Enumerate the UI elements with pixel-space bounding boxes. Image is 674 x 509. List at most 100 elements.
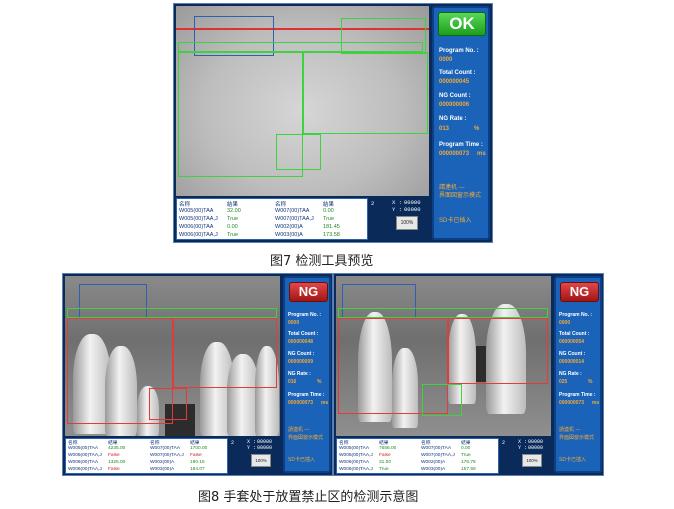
- col-header-result-1: 結果: [227, 202, 239, 208]
- table-cell: True: [323, 216, 335, 222]
- table-cell: False: [190, 453, 202, 458]
- zoom-button[interactable]: 100%: [251, 454, 271, 467]
- table-cell: W006(00)TAA,J: [68, 467, 102, 472]
- sd-card-status: SD卡已插入: [288, 457, 315, 463]
- col-header-name-1: 名称: [179, 202, 191, 208]
- table-cell: W007(00)TAA: [150, 446, 181, 451]
- zoom-button[interactable]: 100%: [522, 454, 542, 467]
- ng-count-label: NG Count :: [288, 351, 315, 357]
- total-count-value: 000000054: [559, 339, 585, 345]
- ng-count-value: 000000009: [288, 359, 314, 365]
- page-indicator: 2: [502, 440, 506, 446]
- fig8a-status-panel: NG Program No. : 0000 Total Count : 0000…: [283, 276, 331, 473]
- roi-green-top[interactable]: [338, 308, 548, 318]
- fig8b-window: NG Program No. : 0000 Total Count : 0000…: [333, 273, 604, 476]
- program-no-value: 0000: [439, 57, 453, 63]
- table-cell: False: [379, 453, 391, 458]
- table-cell: 1700.00: [190, 446, 208, 451]
- table-cell: W006(00)TAA,J: [179, 232, 218, 238]
- page-indicator: 2: [371, 200, 375, 207]
- ng-rate-unit: %: [317, 379, 322, 385]
- table-cell: 181.45: [323, 224, 340, 230]
- y-coord-label: Y :: [247, 445, 257, 451]
- table-cell: W005(00)TAA,J: [179, 216, 218, 222]
- program-no-value: 0000: [288, 320, 300, 326]
- col-header-result-1: 結果: [108, 441, 118, 446]
- table-cell: W007(00)TAA: [275, 208, 310, 214]
- total-count-label: Total Count :: [439, 70, 476, 76]
- col-header-result-2: 結果: [190, 441, 200, 446]
- zoom-button[interactable]: 100%: [396, 216, 418, 230]
- table-cell: W005(00)TAA: [179, 208, 214, 214]
- program-time-label: Program Time :: [439, 142, 483, 148]
- table-cell: False: [108, 453, 120, 458]
- figure-7-caption: 图7 检测工具预览: [270, 254, 374, 269]
- program-time-unit: ms: [592, 400, 600, 406]
- fig8a-result-table: 名称 結果 名称 結果 W005(00)TAA 4235.00 W007(00)…: [65, 438, 228, 474]
- table-cell: W005(00)TAA: [68, 446, 99, 451]
- figure-8-caption: 图8 手套处于放置禁止区的检测示意图: [198, 490, 419, 505]
- roi-red-right[interactable]: [173, 318, 277, 388]
- program-time-unit: ms: [321, 400, 329, 406]
- table-cell: W005(00)TAA: [339, 446, 370, 451]
- table-cell: W006(00)TAA: [339, 460, 370, 465]
- table-cell: 184.07: [190, 467, 205, 472]
- ng-rate-value: 013: [439, 126, 450, 132]
- page-indicator: 2: [231, 440, 235, 446]
- sd-card-status: SD卡已插入: [439, 218, 472, 224]
- ng-status-button[interactable]: NG: [560, 282, 599, 302]
- ng-rate-label: NG Rate :: [559, 371, 582, 377]
- total-count-value: 000000045: [439, 79, 470, 85]
- y-coord-value: 00000: [257, 445, 273, 451]
- col-header-name-1: 名称: [339, 441, 349, 446]
- status-line-1: 請連机 —: [559, 427, 581, 433]
- fig7-status-panel: OK Program No. : 0000 Total Count : 0000…: [432, 6, 490, 240]
- roi-green-right[interactable]: [303, 52, 428, 134]
- col-header-name-1: 名称: [68, 441, 78, 446]
- fig7-window: OK Program No. : 0000 Total Count : 0000…: [173, 3, 493, 243]
- col-header-name-2: 名称: [150, 441, 160, 446]
- program-time-label: Program Time :: [288, 392, 325, 398]
- ng-rate-label: NG Rate :: [288, 371, 311, 377]
- ng-rate-value: 016: [288, 379, 297, 385]
- fig8b-result-table: 名称 結果 名称 結果 W005(00)TAA 7656.00 W007(00)…: [336, 438, 499, 474]
- table-cell: True: [461, 453, 471, 458]
- program-time-unit: ms: [477, 151, 486, 157]
- table-cell: 1325.00: [108, 460, 126, 465]
- table-cell: W002(00)A: [421, 460, 446, 465]
- roi-green-bottom[interactable]: [276, 134, 321, 170]
- table-cell: W005(00)TAA,J: [339, 453, 373, 458]
- roi-green-right-top[interactable]: [341, 18, 426, 54]
- col-header-name-2: 名称: [421, 441, 431, 446]
- table-cell: 190.15: [190, 460, 205, 465]
- roi-red-right[interactable]: [448, 318, 548, 384]
- roi-green-bottom[interactable]: [422, 384, 462, 416]
- fig8b-camera-view: [336, 276, 551, 436]
- y-coord-value: 00000: [528, 445, 544, 451]
- table-cell: W002(00)A: [150, 460, 175, 465]
- ng-count-label: NG Count :: [559, 351, 586, 357]
- table-cell: 0.00: [227, 224, 238, 230]
- ng-count-value: 000000014: [559, 359, 585, 365]
- table-cell: W005(00)TAA,J: [68, 453, 102, 458]
- table-cell: W003(00)A: [421, 467, 446, 472]
- table-cell: 0.00: [323, 208, 334, 214]
- x-coord-value: 00000: [404, 199, 421, 206]
- table-cell: W007(00)TAA,J: [421, 453, 455, 458]
- ok-status-button[interactable]: OK: [438, 12, 486, 36]
- ng-status-button[interactable]: NG: [289, 282, 328, 302]
- status-line-2: 界面図窗示模式: [439, 193, 482, 199]
- table-cell: W006(00)TAA,J: [339, 467, 373, 472]
- table-cell: W003(00)A: [275, 232, 303, 238]
- ng-rate-unit: %: [474, 126, 480, 132]
- y-coord-value: 00000: [404, 206, 421, 213]
- roi-red-bottom[interactable]: [149, 388, 187, 420]
- roi-green-top[interactable]: [67, 308, 277, 318]
- ng-count-value: 000000006: [439, 102, 470, 108]
- table-cell: W002(00)A: [275, 224, 303, 230]
- fig8a-window: NG Program No. : 0000 Total Count : 0000…: [62, 273, 333, 476]
- table-cell: True: [227, 232, 239, 238]
- program-time-label: Program Time :: [559, 392, 596, 398]
- sd-card-status: SD卡已插入: [559, 457, 586, 463]
- fig8a-camera-view: [65, 276, 280, 436]
